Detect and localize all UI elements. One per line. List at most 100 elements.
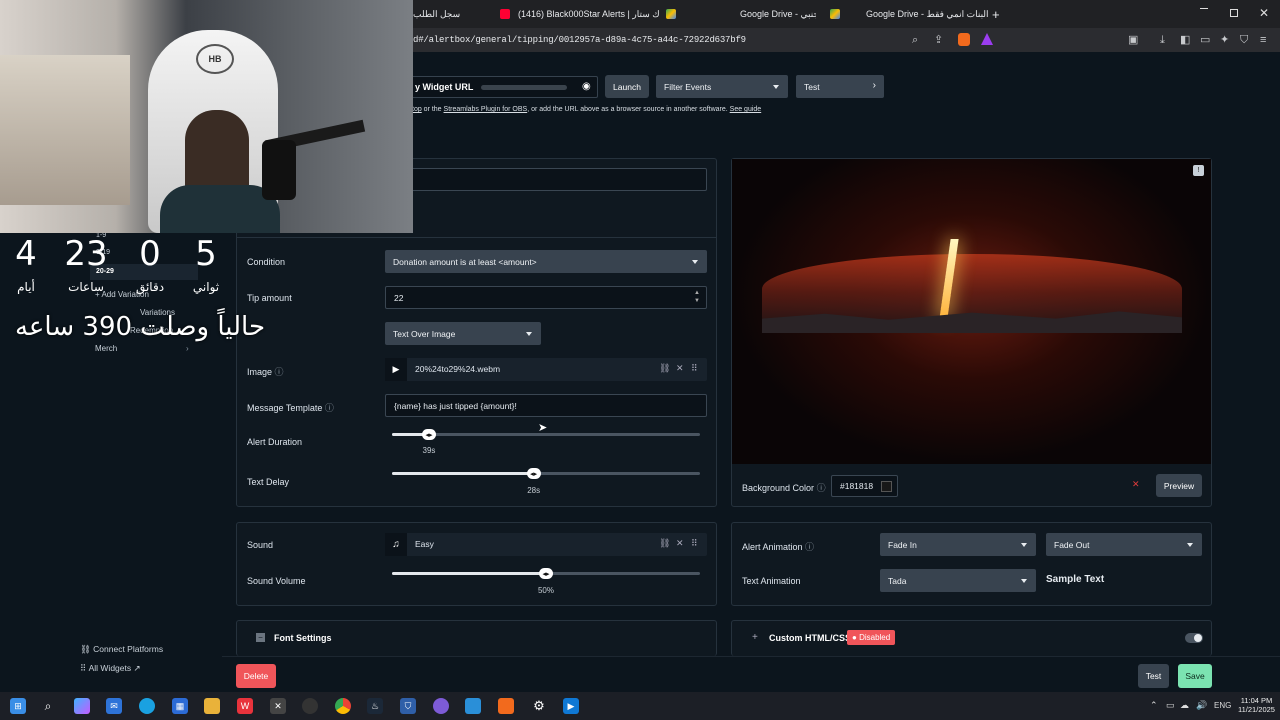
file-explorer-icon[interactable] bbox=[204, 698, 220, 714]
chrome-icon[interactable] bbox=[335, 698, 351, 714]
variation-name-input[interactable] bbox=[407, 168, 707, 191]
eye-icon[interactable]: ◉ bbox=[582, 81, 591, 92]
sidebar-icon[interactable]: ◧ bbox=[1180, 34, 1190, 46]
info-icon[interactable]: ⓘ bbox=[325, 403, 334, 413]
steam-icon[interactable]: ♨ bbox=[367, 698, 383, 714]
video-app-icon[interactable]: ▶ bbox=[563, 698, 579, 714]
bg-color-label: Background Color ⓘ bbox=[742, 481, 826, 494]
tray-chevron-icon[interactable]: ⌃ bbox=[1150, 700, 1158, 711]
gallery-icon[interactable]: ⠿ bbox=[691, 363, 698, 374]
collapse-icon[interactable]: − bbox=[256, 633, 265, 642]
toggle-knob bbox=[1194, 634, 1202, 642]
sound-file-field[interactable]: ♫ Easy ⛓ ✕ ⠿ bbox=[385, 533, 707, 556]
widget-url-field[interactable]: y Widget URL ◉ bbox=[400, 76, 598, 98]
info-icon[interactable]: ⓘ bbox=[805, 542, 814, 552]
volume-icon[interactable]: 🔊 bbox=[1196, 700, 1207, 711]
share-icon[interactable]: ⇪ bbox=[934, 34, 943, 46]
start-icon[interactable]: ⊞ bbox=[10, 698, 26, 714]
store-icon[interactable]: ▦ bbox=[172, 698, 188, 714]
clock[interactable]: 11:04 PM 11/21/2025 bbox=[1238, 696, 1275, 714]
animation-out-dropdown[interactable]: Fade Out bbox=[1046, 533, 1202, 556]
layout-dropdown[interactable]: Text Over Image bbox=[385, 322, 541, 345]
slider-thumb[interactable]: ◂▸ bbox=[526, 468, 541, 479]
download-icon[interactable]: ⤓ bbox=[1160, 34, 1165, 46]
new-tab-button[interactable]: + bbox=[992, 0, 1004, 28]
clear-icon[interactable]: ✕ bbox=[676, 363, 684, 374]
tab-alerts[interactable]: (1416) Black000Star Alerts | بلاك ستار bbox=[500, 0, 660, 28]
obs-link[interactable]: top bbox=[412, 106, 422, 113]
expand-icon[interactable]: + bbox=[752, 632, 758, 643]
all-widgets-link[interactable]: ⠿ All Widgets ↗ bbox=[80, 663, 141, 674]
font-settings-section[interactable]: − Font Settings bbox=[236, 620, 717, 656]
cloud-icon[interactable]: ☁ bbox=[1180, 700, 1189, 711]
brave-shield-icon[interactable] bbox=[958, 33, 970, 46]
minimize-icon[interactable] bbox=[1200, 8, 1208, 9]
restore-icon[interactable] bbox=[1230, 9, 1238, 17]
tip-amount-input[interactable]: 22 ▲ ▼ bbox=[385, 286, 707, 309]
mute-icon[interactable]: ✕ bbox=[1132, 479, 1140, 490]
test-dropdown-button[interactable]: Test › bbox=[796, 75, 884, 98]
alert-duration-value: 39s bbox=[422, 446, 436, 455]
slider-thumb[interactable]: ◂▸ bbox=[539, 568, 553, 579]
tab-drive-anime[interactable]: Google Drive - البنات انمي فقط bbox=[830, 0, 990, 28]
condition-dropdown[interactable]: Donation amount is at least <amount> bbox=[385, 250, 707, 273]
connect-platforms-link[interactable]: ⛓ Connect Platforms bbox=[80, 644, 163, 655]
zoom-icon[interactable]: ⌕ bbox=[912, 34, 918, 46]
link-icon[interactable]: ⛓ bbox=[659, 538, 670, 549]
info-icon[interactable]: ! bbox=[1193, 165, 1204, 176]
launch-button[interactable]: Launch bbox=[605, 75, 649, 98]
alert-duration-slider[interactable]: ◂▸ bbox=[392, 429, 700, 440]
test-button[interactable]: Test bbox=[1138, 664, 1169, 688]
clear-icon[interactable]: ✕ bbox=[676, 538, 684, 549]
menu-icon[interactable]: ≡ bbox=[1260, 34, 1266, 46]
sound-volume-slider[interactable]: ◂▸ bbox=[392, 568, 700, 579]
search-icon[interactable]: ⌕ bbox=[40, 698, 56, 714]
tab-drive-foreign[interactable]: Google Drive - اجنبي bbox=[666, 0, 816, 28]
plugin-link[interactable]: Streamlabs Plugin for OBS bbox=[444, 106, 528, 113]
number-stepper-icon[interactable]: ▲ ▼ bbox=[694, 289, 700, 305]
template-label-text: Message Template bbox=[247, 403, 323, 413]
language-indicator[interactable]: ENG bbox=[1214, 701, 1231, 710]
save-button[interactable]: Save bbox=[1178, 664, 1212, 688]
merch-link[interactable]: Merch bbox=[95, 344, 117, 353]
color-swatch[interactable] bbox=[881, 481, 892, 492]
custom-html-section[interactable]: + Custom HTML/CSS ● Disabled bbox=[731, 620, 1212, 656]
gallery-icon[interactable]: ⠿ bbox=[691, 538, 698, 549]
see-guide-link[interactable]: See guide bbox=[730, 106, 762, 113]
close-window-icon[interactable]: ✕ bbox=[1259, 6, 1269, 20]
vpn-icon[interactable]: ⛉ bbox=[1240, 34, 1248, 46]
brave-rewards-icon[interactable] bbox=[981, 33, 993, 45]
info-icon[interactable]: ⓘ bbox=[817, 483, 826, 493]
message-template-input[interactable]: {name} has just tipped {amount}! bbox=[385, 394, 707, 417]
app-icon[interactable] bbox=[465, 698, 481, 714]
tab-order-log[interactable]: سجل الطلب bbox=[413, 0, 493, 28]
animation-in-dropdown[interactable]: Fade In bbox=[880, 533, 1036, 556]
messenger-icon[interactable] bbox=[433, 698, 449, 714]
outlook-icon[interactable]: ✉ bbox=[106, 698, 122, 714]
text-animation-dropdown[interactable]: Tada bbox=[880, 569, 1036, 592]
settings-icon[interactable]: ⚙ bbox=[531, 698, 547, 714]
text-delay-slider[interactable]: ◂▸ bbox=[392, 468, 700, 479]
network-icon[interactable]: ▭ bbox=[1166, 700, 1175, 711]
info-icon[interactable]: ⓘ bbox=[275, 367, 284, 377]
wallet-icon[interactable]: ▭ bbox=[1200, 34, 1210, 46]
preview-button[interactable]: Preview bbox=[1156, 474, 1202, 497]
vpn-shield-icon[interactable]: ⛉ bbox=[400, 698, 416, 714]
copilot-icon[interactable] bbox=[74, 698, 90, 714]
filter-events-dropdown[interactable]: Filter Events bbox=[656, 75, 788, 98]
wps-icon[interactable]: W bbox=[237, 698, 253, 714]
image-file-field[interactable]: ▶ 20%24to29%24.webm ⛓ ✕ ⠿ bbox=[385, 358, 707, 381]
leo-ai-icon[interactable]: ✦ bbox=[1220, 34, 1229, 46]
brave-icon[interactable] bbox=[498, 698, 514, 714]
obs-icon[interactable] bbox=[302, 698, 318, 714]
xbox-icon[interactable]: ✕ bbox=[270, 698, 286, 714]
picture-in-picture-icon[interactable]: ▣ bbox=[1128, 34, 1138, 46]
link-icon[interactable]: ⛓ bbox=[659, 363, 670, 374]
edge-icon[interactable] bbox=[139, 698, 155, 714]
bg-color-input[interactable]: #181818 bbox=[831, 475, 898, 497]
slider-thumb[interactable]: ◂▸ bbox=[421, 429, 436, 440]
sound-label: Sound bbox=[247, 540, 274, 550]
delete-button[interactable]: Delete bbox=[236, 664, 276, 688]
custom-html-toggle[interactable] bbox=[1185, 633, 1203, 643]
url-text[interactable]: d#/alertbox/general/tipping/0012957a-d89… bbox=[413, 35, 746, 45]
